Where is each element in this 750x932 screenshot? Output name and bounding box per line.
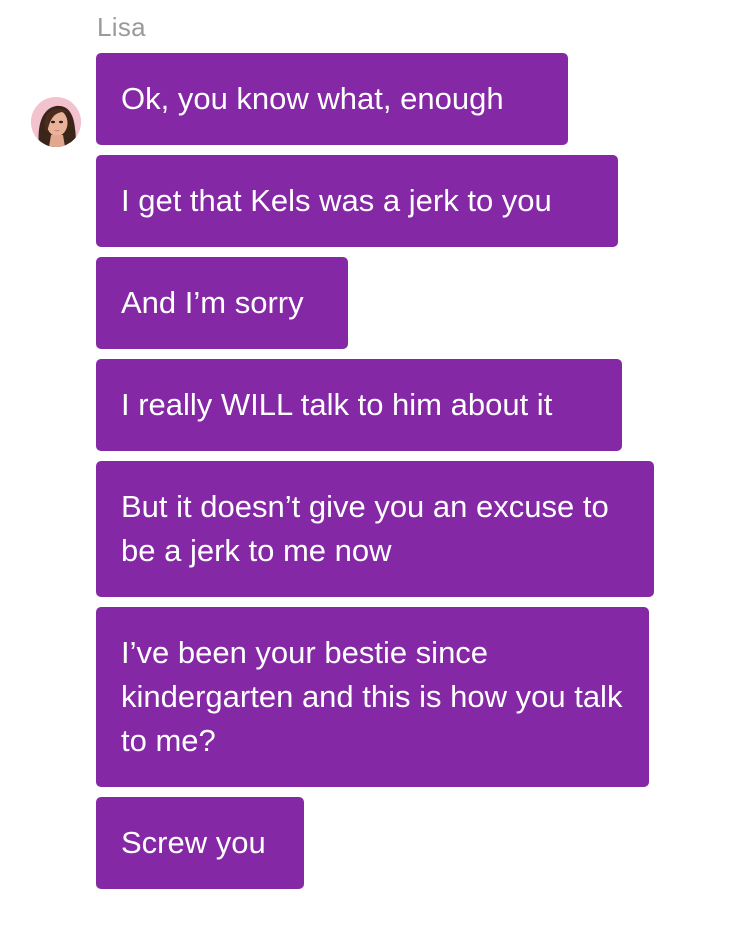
message-text: But it doesn’t give you an excuse to be … [121,489,609,568]
message-bubble[interactable]: And I’m sorry [96,257,348,349]
message-text: I really WILL talk to him about it [121,387,553,422]
message-bubble[interactable]: Ok, you know what, enough [96,53,568,145]
message-text: Ok, you know what, enough [121,81,504,116]
message-bubble[interactable]: I’ve been your bestie since kindergarten… [96,607,649,787]
message-bubble[interactable]: I really WILL talk to him about it [96,359,622,451]
message-text: Screw you [121,825,266,860]
message-text: And I’m sorry [121,285,304,320]
message-bubble[interactable]: I get that Kels was a jerk to you [96,155,618,247]
sender-avatar[interactable] [31,97,81,147]
message-text: I’ve been your bestie since kindergarten… [121,635,623,758]
message-bubble[interactable]: But it doesn’t give you an excuse to be … [96,461,654,597]
message-bubble[interactable]: Screw you [96,797,304,889]
message-text: I get that Kels was a jerk to you [121,183,552,218]
avatar-portrait-icon [31,97,81,147]
sender-name: Lisa [97,12,146,42]
